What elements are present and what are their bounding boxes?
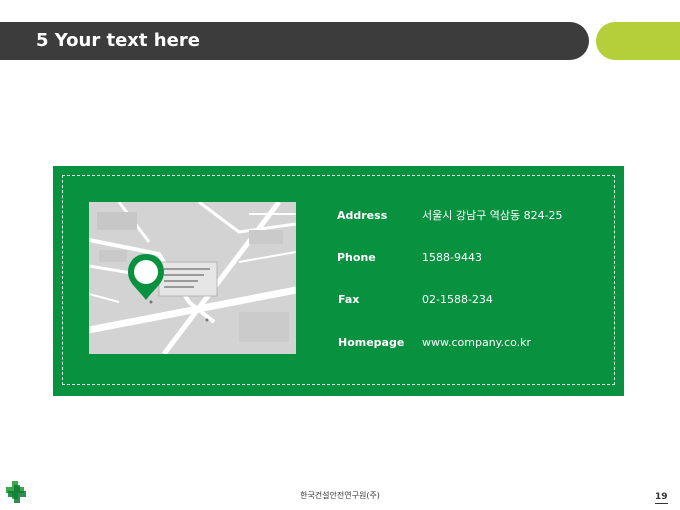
- map-image: [89, 202, 296, 354]
- title-bar: 5 Your text here: [0, 22, 589, 60]
- phone-label: Phone: [337, 251, 376, 264]
- accent-pill: [596, 22, 680, 60]
- contact-panel: Address 서울시 강남구 역삼동 824-25 Phone 1588-94…: [53, 166, 624, 396]
- map-graphic: [89, 202, 296, 354]
- footer-company-name: 한국건설안전연구원(주): [300, 491, 380, 500]
- address-value: 서울시 강남구 역삼동 824-25: [422, 209, 563, 222]
- page-number: 19: [655, 492, 668, 504]
- phone-value: 1588-9443: [422, 251, 482, 264]
- homepage-label: Homepage: [338, 336, 405, 349]
- homepage-link[interactable]: www.company.co.kr: [422, 333, 531, 353]
- page-title: 5 Your text here: [36, 30, 200, 51]
- address-label: Address: [337, 209, 388, 222]
- fax-value: 02-1588-234: [422, 293, 493, 306]
- fax-label: Fax: [338, 293, 360, 306]
